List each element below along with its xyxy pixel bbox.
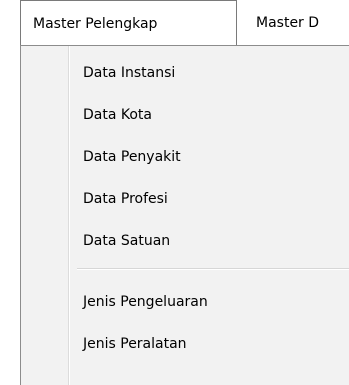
menu-item-jenis-pengeluaran[interactable]: Jenis Pengeluaran [21, 282, 349, 322]
menu-separator [77, 268, 349, 270]
menu-master-pelengkap[interactable]: Master Pelengkap [20, 0, 237, 46]
menu-item-data-instansi[interactable]: Data Instansi [21, 53, 349, 93]
menu-bar: Master Pelengkap Master D [0, 0, 349, 46]
menu-item-data-kota[interactable]: Data Kota [21, 95, 349, 135]
menu-item-data-satuan[interactable]: Data Satuan [21, 221, 349, 261]
dropdown-menu: Data Instansi Data Kota Data Penyakit Da… [20, 45, 349, 385]
menu-item-jenis-peralatan[interactable]: Jenis Peralatan [21, 324, 349, 364]
menu-item-data-penyakit[interactable]: Data Penyakit [21, 137, 349, 177]
menu-item-data-profesi[interactable]: Data Profesi [21, 179, 349, 219]
menu-master-d[interactable]: Master D [256, 0, 319, 46]
